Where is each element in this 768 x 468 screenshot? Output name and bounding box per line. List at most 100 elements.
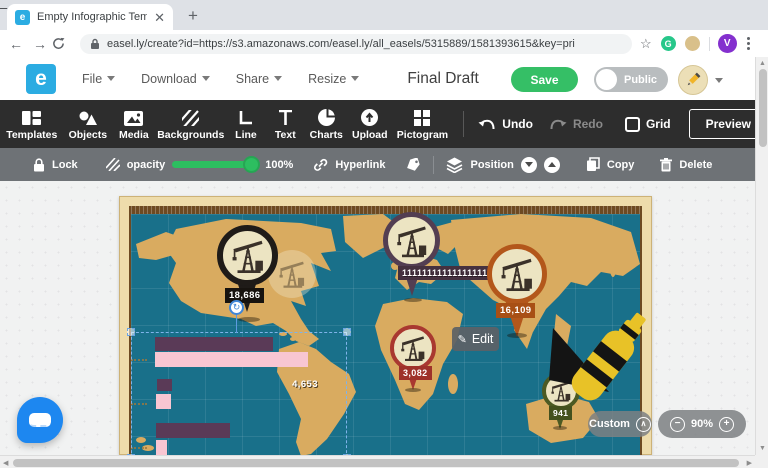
reload-icon[interactable]: [52, 37, 76, 50]
chevron-down-icon: [107, 76, 116, 81]
edit-button[interactable]: ✎ Edit: [452, 327, 499, 351]
pencil-icon: ✎: [457, 333, 467, 346]
forward-icon[interactable]: →: [28, 36, 52, 52]
upload-icon: [361, 108, 379, 126]
user-avatar[interactable]: [678, 65, 708, 95]
tab-close-icon[interactable]: ✕: [154, 11, 165, 24]
layers-icon: [447, 157, 463, 173]
horizontal-scrollbar[interactable]: ◀ ▶: [0, 455, 755, 468]
menu-download[interactable]: Download: [141, 72, 210, 86]
pictogram-icon: [414, 108, 431, 126]
selection-handle[interactable]: [343, 328, 351, 336]
scroll-down-arrow[interactable]: ▼: [759, 445, 766, 452]
vertical-scroll-thumb[interactable]: [758, 69, 767, 147]
media-icon: [124, 108, 144, 126]
hyperlink-button[interactable]: Hyperlink: [313, 158, 385, 172]
horizontal-scroll-thumb[interactable]: [13, 458, 739, 467]
chevron-down-icon: [201, 76, 210, 81]
grid-toggle[interactable]: Grid: [624, 116, 671, 132]
tool-pictogram[interactable]: Pictogram: [392, 100, 454, 148]
document-title[interactable]: Final Draft: [407, 70, 479, 88]
zoom-control: − 90% +: [658, 410, 746, 438]
tool-text[interactable]: Text: [266, 100, 304, 148]
objects-icon: [78, 108, 98, 126]
pencil-icon: [687, 72, 701, 86]
rotate-handle[interactable]: ↻: [229, 300, 244, 315]
menu-resize[interactable]: Resize: [308, 72, 360, 86]
scroll-right-arrow[interactable]: ▶: [747, 460, 752, 467]
tag-button[interactable]: [405, 157, 421, 172]
editor-toolbar: Templates Objects Media Backgrounds Line…: [0, 100, 768, 148]
opacity-control[interactable]: opacity 100%: [105, 156, 294, 173]
position-control[interactable]: Position: [446, 156, 560, 173]
text-icon: [278, 108, 293, 126]
zoom-in-button[interactable]: +: [719, 416, 735, 432]
zoom-level: 90%: [690, 418, 714, 430]
public-toggle[interactable]: Public: [594, 67, 668, 92]
save-button[interactable]: Save: [511, 67, 578, 92]
selection-handle[interactable]: [127, 328, 135, 336]
tool-templates[interactable]: Templates: [0, 100, 64, 148]
bring-forward-button[interactable]: [543, 156, 560, 173]
grid-checkbox[interactable]: [624, 116, 640, 132]
undo-icon: [478, 119, 495, 130]
zoom-mode-button[interactable]: Custom ∧: [588, 411, 652, 437]
tool-objects[interactable]: Objects: [64, 100, 113, 148]
arrow-down-icon: [524, 162, 533, 167]
new-tab-button[interactable]: +: [188, 6, 198, 26]
tag-icon: [407, 157, 421, 171]
tool-media[interactable]: Media: [112, 100, 156, 148]
opacity-icon: [105, 158, 120, 171]
divider: [433, 155, 435, 174]
menu-share[interactable]: Share: [236, 72, 283, 86]
url-text: easel.ly/create?id=https://s3.amazonaws.…: [107, 37, 575, 50]
send-backward-button[interactable]: [520, 156, 537, 173]
scroll-left-arrow[interactable]: ◀: [3, 460, 8, 467]
selection-box[interactable]: [127, 328, 351, 462]
browser-menu-icon[interactable]: [746, 37, 750, 50]
vertical-scrollbar[interactable]: ▲ ▼: [755, 57, 768, 455]
lock-button[interactable]: Lock: [33, 157, 78, 172]
bookmark-star-icon[interactable]: ☆: [640, 36, 652, 52]
address-bar[interactable]: easel.ly/create?id=https://s3.amazonaws.…: [80, 33, 632, 54]
scroll-up-arrow[interactable]: ▲: [759, 60, 766, 67]
tool-line[interactable]: Line: [226, 100, 266, 148]
profile-avatar[interactable]: V: [717, 34, 737, 53]
chat-fab[interactable]: [17, 397, 63, 443]
slider-knob[interactable]: [243, 156, 261, 173]
account-chevron-icon[interactable]: [715, 78, 723, 83]
pin-value: 11111111111111111: [398, 266, 492, 280]
zoom-out-button[interactable]: −: [669, 416, 685, 432]
undo-button[interactable]: Undo: [478, 117, 533, 131]
toggle-knob: [596, 69, 617, 90]
opacity-value: 100%: [265, 158, 294, 171]
tool-backgrounds[interactable]: Backgrounds: [156, 100, 226, 148]
backgrounds-icon: [182, 108, 200, 126]
divider: [463, 111, 465, 137]
back-icon[interactable]: ←: [4, 36, 28, 52]
redo-icon: [550, 119, 567, 130]
opacity-slider[interactable]: [172, 156, 261, 173]
chevron-up-icon: ∧: [635, 416, 651, 432]
editor-header: e File Download Share Resize Final Draft…: [0, 57, 768, 100]
extension-icon-green[interactable]: G: [660, 36, 676, 51]
padlock-icon: [91, 38, 99, 49]
lock-icon: [34, 157, 44, 171]
chat-bubble-icon: [29, 413, 51, 427]
tab-title: Empty Infographic Template: [37, 11, 148, 23]
extension-icon-tan[interactable]: [684, 36, 700, 51]
tool-upload[interactable]: Upload: [348, 100, 392, 148]
copy-button[interactable]: Copy: [586, 157, 634, 172]
browser-tab[interactable]: e Empty Infographic Template ✕: [7, 4, 173, 30]
easelly-logo[interactable]: e: [26, 63, 56, 94]
templates-icon: [22, 108, 42, 126]
tool-charts[interactable]: Charts: [305, 100, 349, 148]
delete-button[interactable]: Delete: [660, 157, 712, 172]
pin-value: 16,109: [496, 303, 536, 318]
redo-button[interactable]: Redo: [549, 117, 603, 131]
hyperlink-icon: [314, 158, 328, 171]
oil-can-graphic[interactable]: [545, 292, 647, 424]
line-icon: [238, 108, 253, 126]
menu-file[interactable]: File: [82, 72, 116, 86]
screen: e Empty Infographic Template ✕ + – □ × ←…: [0, 0, 768, 468]
